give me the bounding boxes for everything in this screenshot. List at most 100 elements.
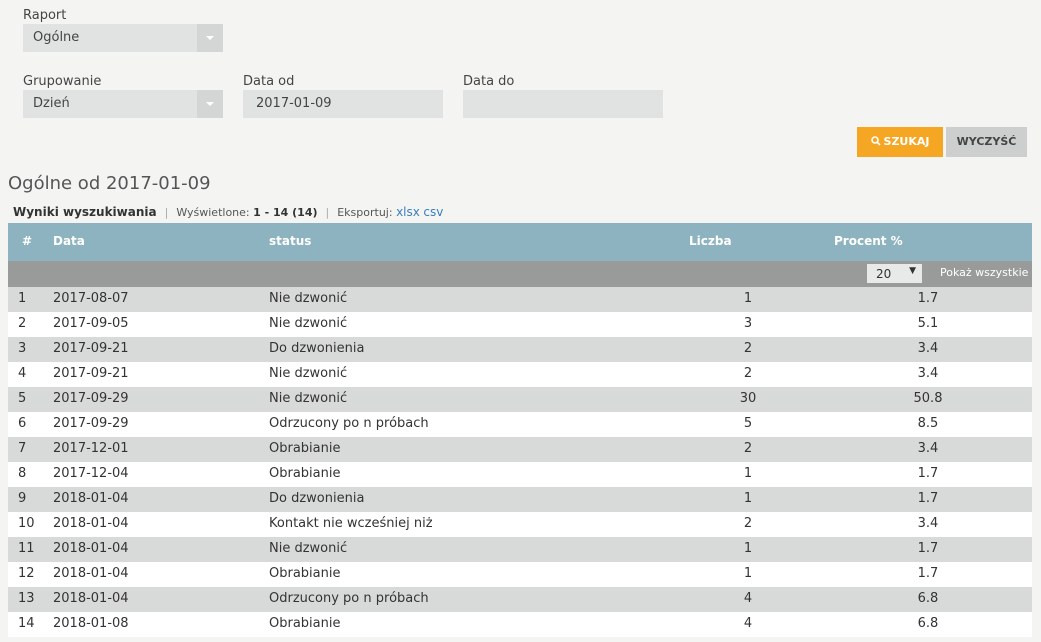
row-status: Odrzucony po n próbach (269, 416, 429, 431)
row-date: 2017-08-07 (53, 291, 129, 306)
row-count: 30 (739, 391, 757, 406)
row-percent: 3.4 (917, 341, 939, 356)
table-row: 14 2018-01-08 Obrabianie 4 6.8 (8, 612, 1032, 637)
results-infobar: Wyniki wyszukiwania | Wyświetlone: 1 - 14 … (13, 205, 443, 219)
row-number: 9 (18, 491, 27, 506)
date-to-input[interactable] (463, 90, 663, 118)
row-count: 1 (743, 491, 753, 506)
row-percent: 6.8 (917, 591, 939, 606)
row-percent: 6.8 (917, 616, 939, 631)
report-label: Raport (23, 8, 67, 23)
row-count: 2 (743, 441, 753, 456)
row-percent: 1.7 (917, 541, 939, 556)
column-header-num[interactable]: # (22, 234, 32, 248)
row-count: 5 (743, 416, 753, 431)
row-count: 4 (743, 591, 753, 606)
row-percent: 3.4 (917, 441, 939, 456)
row-date: 2018-01-04 (53, 591, 129, 606)
clear-button-label: WYCZYŚĆ (956, 135, 1017, 148)
table-row: 12 2018-01-04 Obrabianie 1 1.7 (8, 562, 1032, 587)
row-number: 12 (18, 566, 35, 581)
page-title: Ogólne od 2017-01-09 (8, 173, 211, 194)
row-status: Obrabianie (269, 566, 341, 581)
row-date: 2017-09-21 (53, 366, 129, 381)
column-header-count[interactable]: Liczba (689, 234, 732, 248)
row-count: 2 (743, 366, 753, 381)
table-row: 3 2017-09-21 Do dzwonienia 2 3.4 (8, 337, 1032, 362)
row-status: Nie dzwonić (269, 541, 348, 556)
pagination-bar: 20 ▼ Pokaż wszystkie (8, 261, 1032, 287)
grouping-select[interactable]: Dzień (23, 90, 223, 118)
clear-button[interactable]: WYCZYŚĆ (946, 127, 1027, 157)
table-row: 8 2017-12-04 Obrabianie 1 1.7 (8, 462, 1032, 487)
per-page-value: 20 (876, 267, 892, 281)
table-row: 10 2018-01-04 Kontakt nie wcześniej niż 2 3.… (8, 512, 1032, 537)
table-row: 7 2017-12-01 Obrabianie 2 3.4 (8, 437, 1032, 462)
row-status: Obrabianie (269, 466, 341, 481)
grouping-label: Grupowanie (23, 74, 102, 89)
table-row: 5 2017-09-29 Nie dzwonić 30 50.8 (8, 387, 1032, 412)
row-count: 1 (743, 291, 753, 306)
row-percent: 1.7 (917, 466, 939, 481)
search-icon (870, 136, 881, 146)
row-percent: 3.4 (917, 516, 939, 531)
table-row: 4 2017-09-21 Nie dzwonić 2 3.4 (8, 362, 1032, 387)
row-number: 5 (18, 391, 27, 406)
chevron-down-icon[interactable] (197, 24, 223, 52)
row-number: 8 (18, 466, 27, 481)
row-number: 13 (18, 591, 35, 606)
row-date: 2018-01-04 (53, 566, 129, 581)
row-percent: 1.7 (917, 291, 939, 306)
row-date: 2017-09-29 (53, 416, 129, 431)
export-csv-link[interactable]: csv (423, 205, 443, 219)
row-status: Do dzwonienia (269, 341, 365, 356)
column-header-status[interactable]: status (269, 234, 311, 248)
row-count: 3 (743, 316, 753, 331)
row-count: 1 (743, 541, 753, 556)
table-row: 6 2017-09-29 Odrzucony po n próbach 5 8.5 (8, 412, 1032, 437)
table-row: 2 2017-09-05 Nie dzwonić 3 5.1 (8, 312, 1032, 337)
table-row: 13 2018-01-04 Odrzucony po n próbach 4 6.8 (8, 587, 1032, 612)
export-label: Eksportuj: (337, 206, 393, 219)
separator: | (164, 206, 169, 219)
table-row: 1 2017-08-07 Nie dzwonić 1 1.7 (8, 287, 1032, 312)
search-button-label: SZUKAJ (883, 135, 930, 148)
date-from-input[interactable]: 2017-01-09 (243, 90, 443, 118)
row-percent: 8.5 (917, 416, 939, 431)
row-number: 14 (18, 616, 35, 631)
row-number: 3 (18, 341, 27, 356)
row-status: Obrabianie (269, 616, 341, 631)
report-select[interactable]: Ogólne (23, 24, 223, 52)
table-header: # Data status Liczba Procent % (8, 223, 1032, 261)
row-status: Obrabianie (269, 441, 341, 456)
row-count: 1 (743, 566, 753, 581)
row-status: Do dzwonienia (269, 491, 365, 506)
search-button[interactable]: SZUKAJ (857, 127, 943, 157)
row-date: 2018-01-04 (53, 541, 129, 556)
show-all-link[interactable]: Pokaż wszystkie (940, 266, 1028, 279)
row-date: 2017-09-21 (53, 341, 129, 356)
column-header-date[interactable]: Data (53, 234, 85, 248)
report-select-value: Ogólne (33, 30, 80, 45)
row-count: 4 (743, 616, 753, 631)
per-page-select[interactable]: 20 ▼ (867, 264, 922, 283)
row-number: 10 (18, 516, 35, 531)
row-date: 2018-01-08 (53, 616, 129, 631)
table-row: 9 2018-01-04 Do dzwonienia 1 1.7 (8, 487, 1032, 512)
row-percent: 50.8 (913, 391, 943, 406)
row-count: 1 (743, 466, 753, 481)
row-number: 4 (18, 366, 27, 381)
row-count: 2 (743, 516, 753, 531)
column-header-percent[interactable]: Procent % (834, 234, 903, 248)
export-xlsx-link[interactable]: xlsx (396, 205, 420, 219)
date-to-label: Data do (463, 74, 515, 89)
row-percent: 1.7 (917, 491, 939, 506)
row-status: Nie dzwonić (269, 291, 348, 306)
row-date: 2017-12-01 (53, 441, 129, 456)
table-row: 11 2018-01-04 Nie dzwonić 1 1.7 (8, 537, 1032, 562)
row-percent: 3.4 (917, 366, 939, 381)
row-date: 2017-09-05 (53, 316, 129, 331)
chevron-down-icon[interactable] (197, 90, 223, 118)
separator: | (325, 206, 330, 219)
row-status: Nie dzwonić (269, 366, 348, 381)
